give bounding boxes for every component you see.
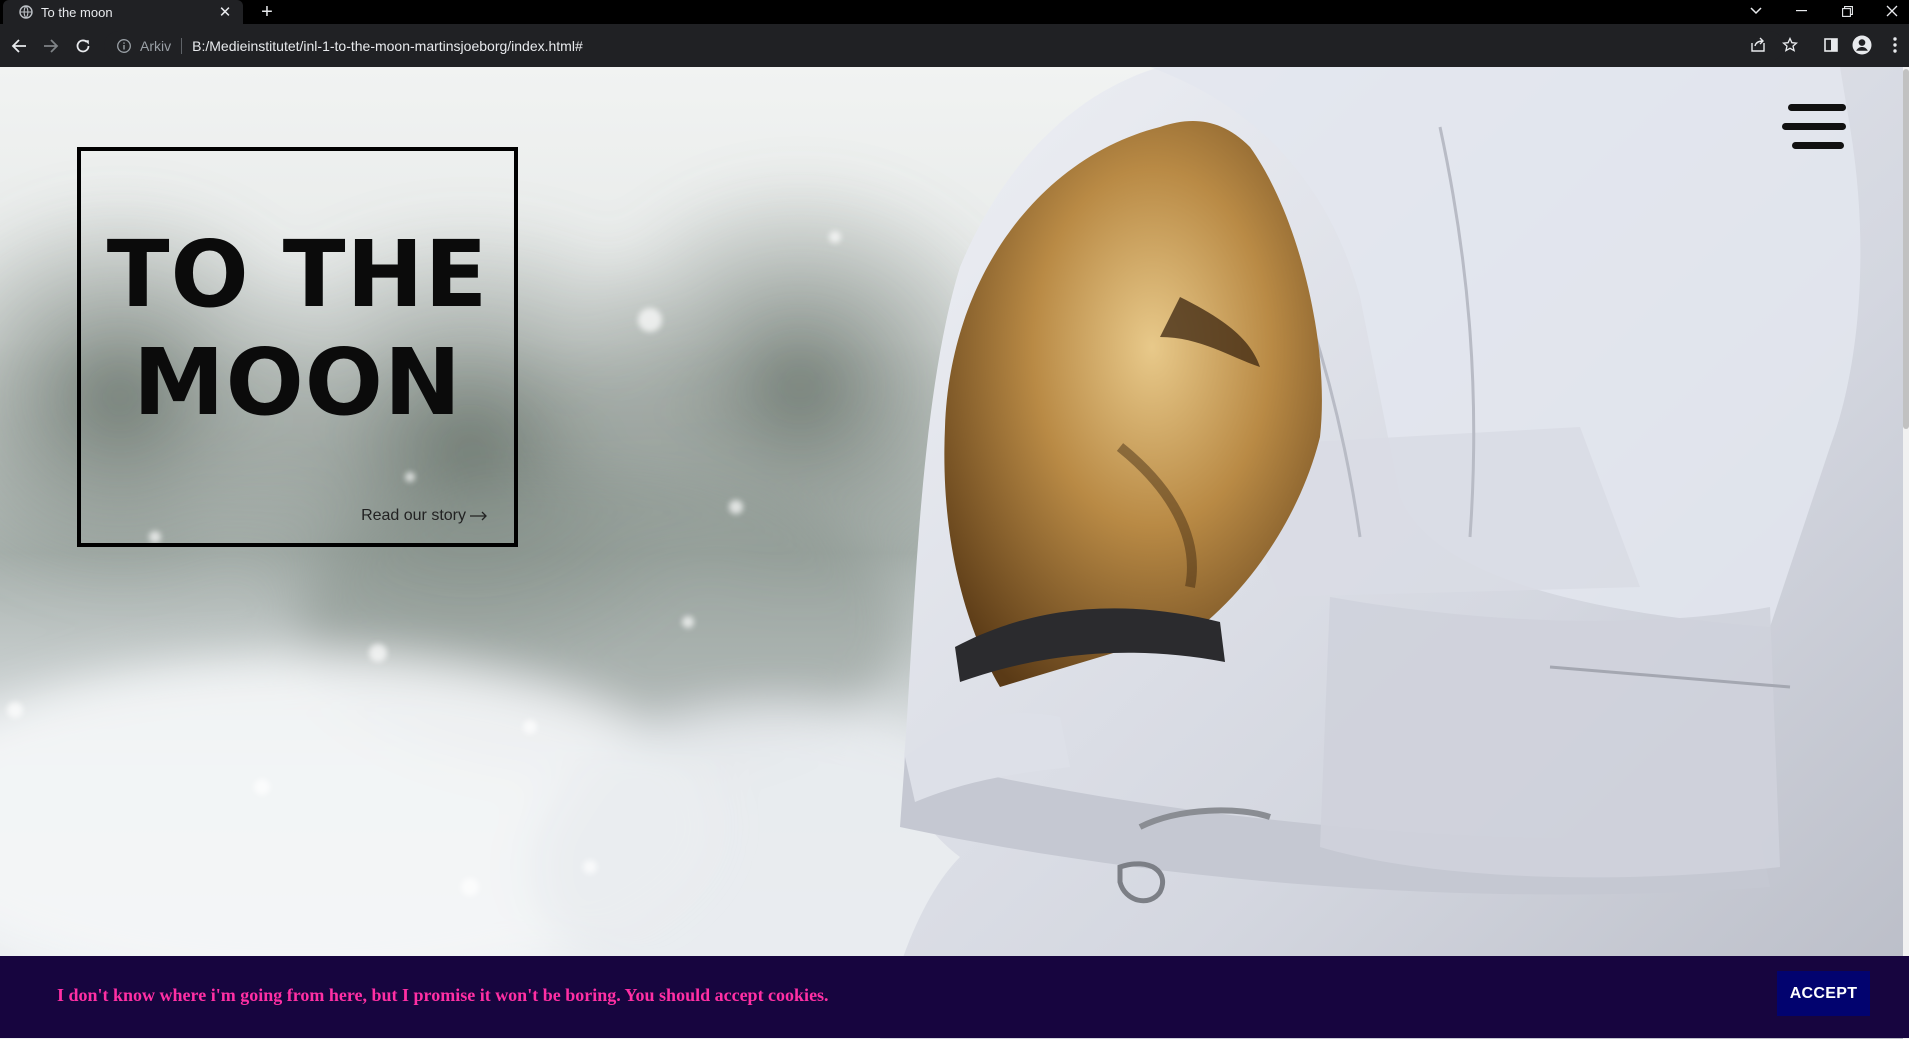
omnibox-divider	[181, 38, 183, 54]
tab-search-icon[interactable]	[1736, 0, 1776, 22]
page-viewport: TO THE MOON Read our story I don't know …	[0, 67, 1909, 1039]
story-link-label: Read our story	[361, 507, 466, 524]
profile-icon[interactable]	[1851, 34, 1873, 56]
side-panel-icon[interactable]	[1820, 34, 1842, 56]
tab-title: To the moon	[41, 4, 113, 20]
new-tab-button[interactable]: +	[257, 2, 277, 22]
close-window-icon[interactable]	[1872, 0, 1909, 22]
back-icon[interactable]	[6, 33, 32, 59]
share-icon[interactable]	[1747, 34, 1769, 56]
more-menu-icon[interactable]	[1884, 34, 1906, 56]
hero-title-box: TO THE MOON Read our story	[77, 147, 518, 547]
url-text[interactable]: B:/Medieinstitutet/inl-1-to-the-moon-mar…	[192, 38, 583, 54]
browser-tab-strip: To the moon ✕ +	[0, 0, 1909, 24]
close-tab-icon[interactable]: ✕	[215, 2, 235, 22]
scrollbar-thumb[interactable]	[1903, 69, 1909, 429]
restore-icon[interactable]	[1827, 0, 1867, 22]
cookie-message: I don't know where i'm going from here, …	[57, 985, 829, 1005]
browser-toolbar: Arkiv B:/Medieinstitutet/inl-1-to-the-mo…	[0, 24, 1909, 67]
info-icon[interactable]	[116, 38, 132, 54]
minimize-icon[interactable]	[1781, 0, 1821, 22]
page-title: TO THE MOON	[81, 221, 514, 437]
accept-cookies-button[interactable]: ACCEPT	[1777, 971, 1870, 1016]
arrow-right-icon	[470, 511, 487, 521]
globe-icon	[19, 5, 33, 19]
bookmark-star-icon[interactable]	[1779, 34, 1801, 56]
hamburger-menu-icon[interactable]	[1782, 104, 1848, 152]
page-scrollbar[interactable]	[1903, 67, 1909, 1039]
address-bar[interactable]: Arkiv B:/Medieinstitutet/inl-1-to-the-mo…	[104, 31, 1784, 61]
forward-icon[interactable]	[38, 33, 64, 59]
browser-tab[interactable]: To the moon ✕	[3, 0, 243, 24]
reload-icon[interactable]	[70, 33, 96, 59]
cookie-banner: I don't know where i'm going from here, …	[0, 956, 1909, 1038]
title-line-2: MOON	[133, 329, 462, 436]
title-line-1: TO THE	[106, 221, 489, 328]
read-our-story-link[interactable]: Read our story	[361, 507, 488, 525]
site-info-chip[interactable]: Arkiv	[140, 38, 171, 54]
